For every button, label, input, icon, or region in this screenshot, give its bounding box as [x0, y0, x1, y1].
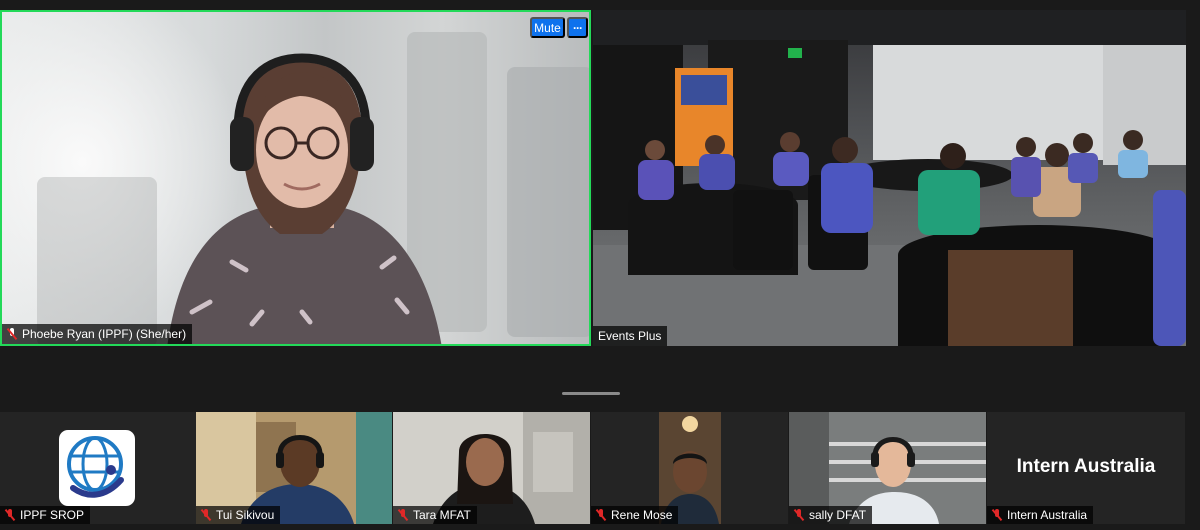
participant-display-name: Intern Australia [1016, 456, 1156, 477]
gallery-tile-sally-dfat[interactable]: sally DFAT [789, 412, 986, 524]
participant-name: IPPF SROP [20, 508, 85, 522]
participant-name: sally DFAT [809, 508, 867, 522]
gallery-tile-tara-mfat[interactable]: Tara MFAT [393, 412, 590, 524]
participant-name: Tui Sikivou [216, 508, 275, 522]
participant-name-label: Tara MFAT [393, 506, 477, 524]
ippf-globe-icon [67, 436, 124, 498]
active-speaker-tile[interactable]: Mute ··· Phoebe Ryan (IPPF) (She/her) [0, 10, 591, 346]
mic-muted-icon [794, 509, 804, 521]
participant-name: Intern Australia [1007, 508, 1088, 522]
room-video-tile[interactable]: Events Plus [593, 10, 1186, 346]
participant-name-label: Rene Mose [591, 506, 679, 524]
mic-muted-icon [5, 509, 15, 521]
video-feed-events-plus [593, 10, 1186, 346]
participant-name-label: Intern Australia [987, 506, 1094, 524]
participant-name-label: Events Plus [593, 326, 668, 346]
gallery-tile-tui-sikivou[interactable]: Tui Sikivou [196, 412, 392, 524]
participant-name: Phoebe Ryan (IPPF) (She/her) [22, 327, 187, 341]
participant-name-label: IPPF SROP [0, 506, 91, 524]
participant-name-label: Tui Sikivou [196, 506, 281, 524]
participant-name: Rene Mose [611, 508, 673, 522]
gallery-resize-handle[interactable] [562, 392, 620, 395]
mic-muted-icon [201, 509, 211, 521]
participant-figure [167, 53, 442, 344]
video-feed-phoebe [2, 12, 589, 344]
gallery-tile-rene-mose[interactable]: Rene Mose [591, 412, 788, 524]
mic-muted-icon [7, 328, 17, 340]
mute-button[interactable]: Mute [530, 17, 565, 38]
mic-muted-icon [398, 509, 408, 521]
conference-room-scene [593, 10, 1186, 346]
participant-name-label: sally DFAT [789, 506, 873, 524]
mic-muted-icon [992, 509, 1002, 521]
participant-name-label: Phoebe Ryan (IPPF) (She/her) [2, 324, 193, 344]
gallery-tile-ippf-srop[interactable]: IPPF SROP [0, 412, 197, 524]
mic-muted-icon [596, 509, 606, 521]
more-options-button[interactable]: ··· [567, 17, 588, 38]
participant-name: Events Plus [598, 329, 662, 343]
participant-name: Tara MFAT [413, 508, 471, 522]
ippf-logo [59, 430, 135, 506]
gallery-tile-intern-australia[interactable]: Intern Australia Intern Australia [987, 412, 1185, 524]
